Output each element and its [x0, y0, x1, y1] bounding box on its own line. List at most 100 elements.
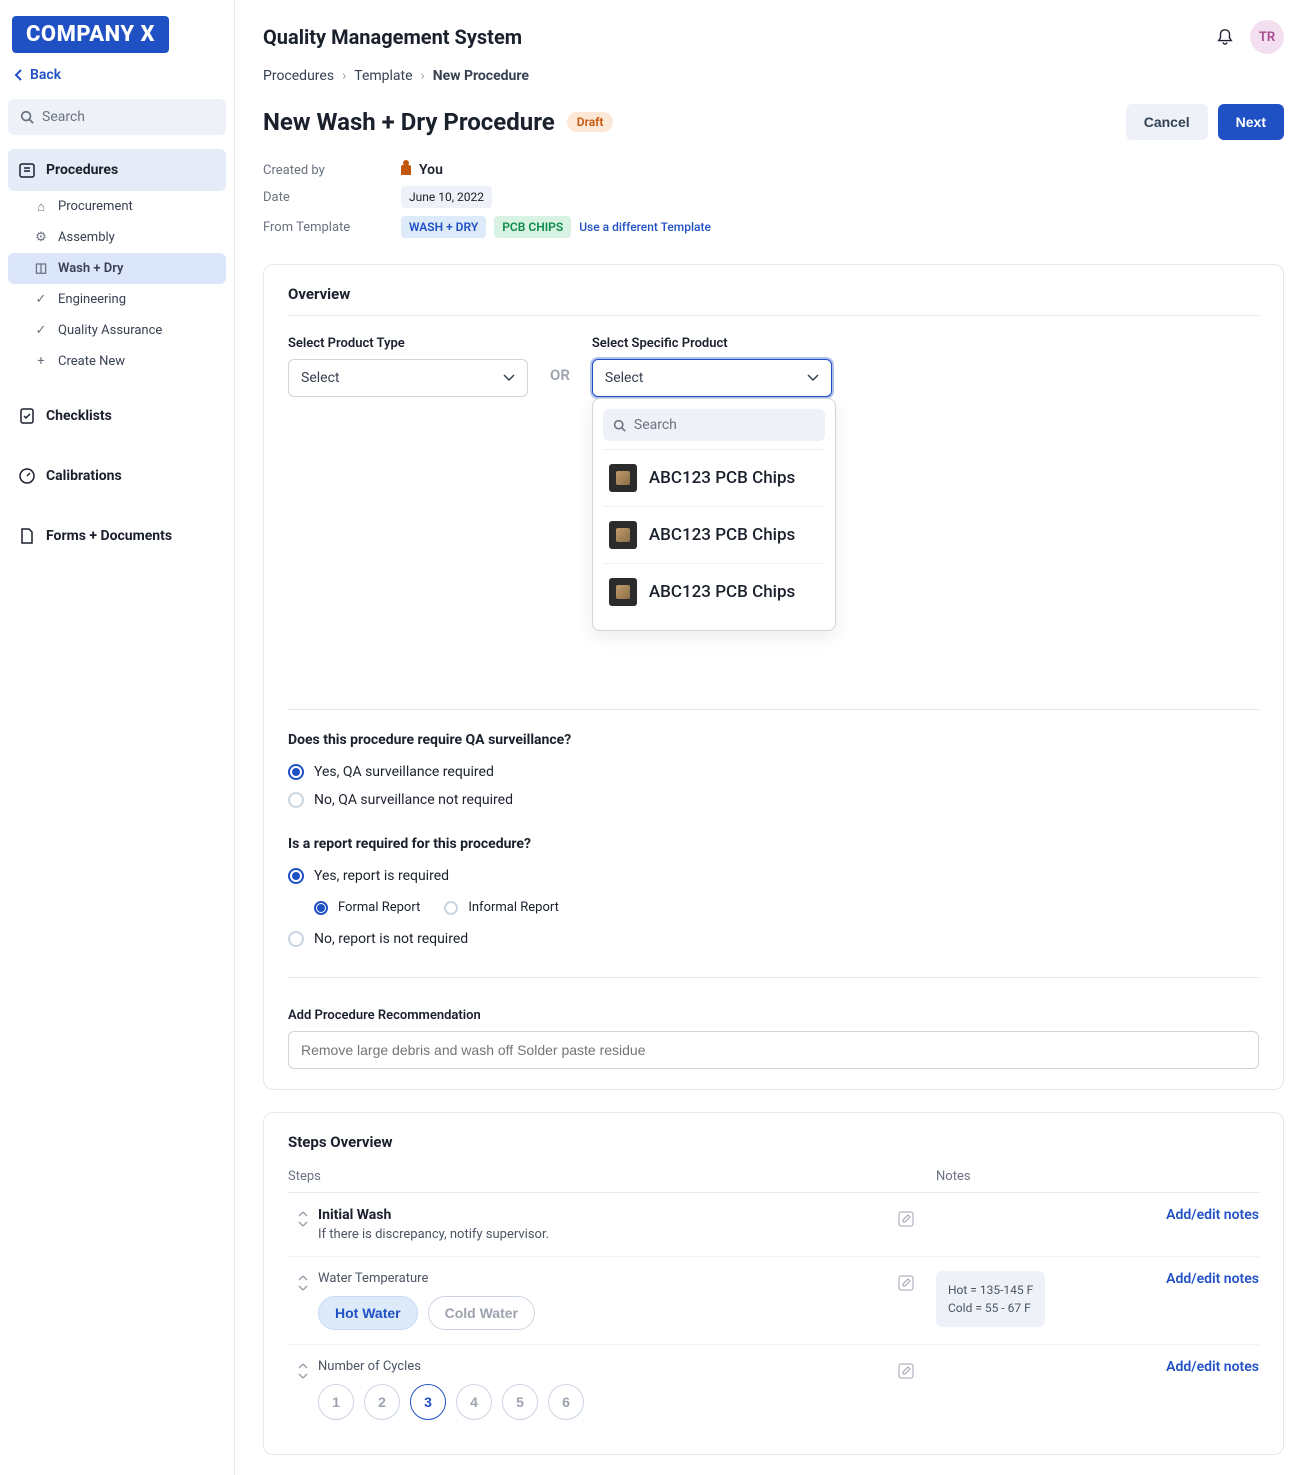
col-notes-header: Notes: [926, 1169, 1259, 1184]
chevron-right-icon: ›: [421, 68, 425, 84]
step-row: Initial Wash If there is discrepancy, no…: [288, 1193, 1259, 1257]
drag-icon: [297, 1363, 309, 1379]
product-thumb: [609, 464, 637, 492]
report-informal-radio[interactable]: Informal Report: [444, 894, 559, 921]
drag-handle[interactable]: [288, 1271, 318, 1291]
back-label: Back: [30, 67, 61, 83]
sidebar-sub-label: Create New: [58, 354, 125, 369]
qa-question: Does this procedure require QA surveilla…: [288, 732, 1259, 748]
overview-title: Overview: [288, 285, 1259, 303]
report-formal-radio[interactable]: Formal Report: [314, 894, 420, 921]
report-yes-radio[interactable]: Yes, report is required: [288, 862, 1259, 890]
sidebar-sub-label: Engineering: [58, 292, 126, 307]
cycle-3[interactable]: 3: [410, 1384, 446, 1420]
specific-product-select[interactable]: Select: [592, 359, 832, 397]
created-by-value: You: [419, 162, 443, 178]
template-tag-2: PCB CHIPS: [494, 216, 571, 238]
col-steps-header: Steps: [288, 1169, 926, 1184]
sidebar-sub-wash-dry[interactable]: ◫ Wash + Dry: [8, 253, 226, 284]
chevron-left-icon: [14, 69, 24, 81]
sidebar-sub-procurement[interactable]: ⌂Procurement: [8, 191, 226, 222]
dropdown-option[interactable]: ABC123 PCB Chips: [603, 506, 825, 563]
sidebar-sub-qa[interactable]: ✓Quality Assurance: [8, 315, 226, 346]
dropdown-option[interactable]: ABC123 PCB Chips: [603, 449, 825, 506]
sidebar-item-label: Checklists: [46, 408, 112, 424]
sidebar-item-label: Procedures: [46, 162, 118, 178]
drag-icon: [297, 1211, 309, 1227]
sidebar-item-forms[interactable]: Forms + Documents: [8, 515, 226, 557]
report-no-radio[interactable]: No, report is not required: [288, 925, 1259, 953]
bell-icon[interactable]: [1216, 28, 1234, 46]
chevron-down-icon: [503, 374, 515, 382]
product-thumb: [609, 578, 637, 606]
add-notes-link[interactable]: Add/edit notes: [1166, 1207, 1259, 1223]
user-icon: [401, 165, 411, 175]
report-question: Is a report required for this procedure?: [288, 836, 1259, 852]
sidebar-search[interactable]: Search: [8, 99, 226, 135]
sidebar-sub-engineering[interactable]: ✓Engineering: [8, 284, 226, 315]
step-desc: If there is discrepancy, notify supervis…: [318, 1227, 898, 1242]
option-hot-water[interactable]: Hot Water: [318, 1296, 418, 1330]
status-badge: Draft: [567, 112, 614, 132]
cancel-button[interactable]: Cancel: [1126, 104, 1208, 140]
edit-step-button[interactable]: [898, 1207, 926, 1227]
sidebar-sub-create-new[interactable]: +Create New: [8, 346, 226, 377]
back-link[interactable]: Back: [8, 57, 226, 93]
next-button[interactable]: Next: [1218, 104, 1284, 140]
cycle-4[interactable]: 4: [456, 1384, 492, 1420]
gauge-icon: [18, 467, 36, 485]
divider: [288, 977, 1259, 978]
brand-logo: COMPANY X: [12, 16, 169, 53]
cycle-2[interactable]: 2: [364, 1384, 400, 1420]
dropdown-option-label: ABC123 PCB Chips: [649, 582, 795, 602]
procedures-icon: [18, 161, 36, 179]
breadcrumb-item[interactable]: Procedures: [263, 68, 334, 84]
recommendation-input[interactable]: [288, 1031, 1259, 1069]
product-type-label: Select Product Type: [288, 336, 528, 351]
breadcrumb-item[interactable]: Template: [354, 68, 412, 84]
cycle-1[interactable]: 1: [318, 1384, 354, 1420]
notes-box: Hot = 135-145 F Cold = 55 - 67 F: [936, 1271, 1045, 1327]
drag-handle[interactable]: [288, 1359, 318, 1379]
qa-yes-radio[interactable]: Yes, QA surveillance required: [288, 758, 1259, 786]
product-type-select[interactable]: Select: [288, 359, 528, 397]
template-tag-1: WASH + DRY: [401, 216, 486, 238]
sidebar-item-calibrations[interactable]: Calibrations: [8, 455, 226, 497]
document-icon: [18, 527, 36, 545]
search-placeholder: Search: [42, 109, 85, 125]
created-by-label: Created by: [263, 163, 393, 178]
search-icon: [20, 110, 34, 124]
chevron-down-icon: [807, 374, 819, 382]
sidebar-sub-label: Wash + Dry: [58, 261, 123, 276]
edit-icon: [898, 1211, 914, 1227]
sidebar-sub-assembly[interactable]: ⚙Assembly: [8, 222, 226, 253]
add-notes-link[interactable]: Add/edit notes: [1166, 1359, 1259, 1375]
cycle-6[interactable]: 6: [548, 1384, 584, 1420]
avatar[interactable]: TR: [1250, 20, 1284, 54]
step-name: Initial Wash: [318, 1207, 898, 1223]
qa-no-radio[interactable]: No, QA surveillance not required: [288, 786, 1259, 814]
edit-step-button[interactable]: [898, 1359, 926, 1379]
option-cold-water[interactable]: Cold Water: [428, 1296, 535, 1330]
sidebar-item-procedures[interactable]: Procedures: [8, 149, 226, 191]
drag-handle[interactable]: [288, 1207, 318, 1227]
edit-step-button[interactable]: [898, 1271, 926, 1291]
radio-icon: [288, 868, 304, 884]
divider: [288, 315, 1259, 316]
dropdown-search-placeholder: Search: [634, 417, 677, 433]
change-template-link[interactable]: Use a different Template: [579, 220, 711, 234]
date-value: June 10, 2022: [401, 186, 492, 208]
cycle-5[interactable]: 5: [502, 1384, 538, 1420]
sidebar-sub-label: Quality Assurance: [58, 323, 162, 338]
date-label: Date: [263, 190, 393, 205]
note-line: Cold = 55 - 67 F: [948, 1299, 1033, 1317]
specific-product-label: Select Specific Product: [592, 336, 832, 351]
dropdown-search[interactable]: Search: [603, 409, 825, 441]
dropdown-option[interactable]: ABC123 PCB Chips: [603, 563, 825, 620]
radio-icon: [314, 901, 328, 915]
sidebar-sub-label: Assembly: [58, 230, 115, 245]
sidebar-item-checklists[interactable]: Checklists: [8, 395, 226, 437]
add-notes-link[interactable]: Add/edit notes: [1166, 1271, 1259, 1287]
search-icon: [613, 419, 626, 432]
wash-icon: ◫: [34, 262, 48, 276]
